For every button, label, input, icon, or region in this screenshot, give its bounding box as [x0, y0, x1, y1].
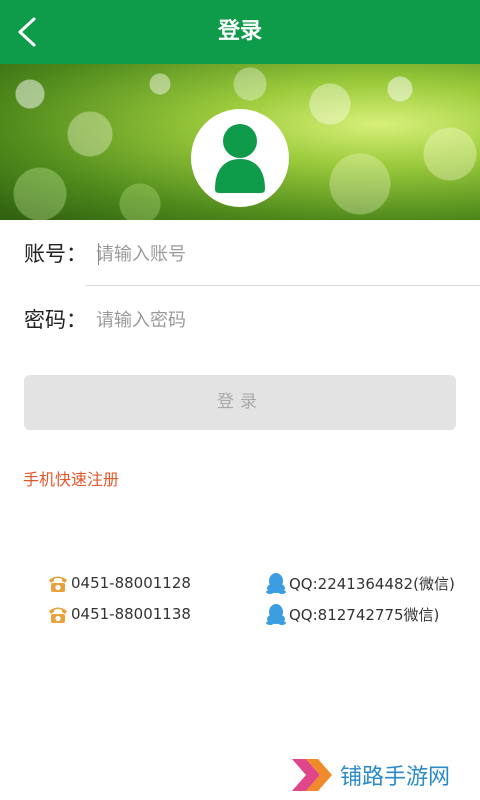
password-label: 密码： — [24, 308, 87, 332]
qq-contact-1[interactable]: QQ:2241364482(微信) — [265, 570, 455, 596]
phone-icon — [49, 576, 67, 592]
phone-contact-1[interactable]: 0451-88001128 — [47, 570, 191, 596]
phone-number: 0451-88001138 — [71, 605, 191, 623]
phone-contact-2[interactable]: 0451-88001138 — [47, 601, 191, 627]
account-row: 账号： — [0, 224, 480, 284]
qq-number: QQ:812742775微信) — [289, 605, 440, 624]
qq-contact-2[interactable]: QQ:812742775微信) — [265, 601, 439, 627]
avatar[interactable] — [191, 109, 289, 207]
watermark-text: 铺路手游网 — [340, 765, 451, 790]
phone-icon — [49, 607, 67, 623]
account-divider — [86, 285, 480, 286]
header-banner — [0, 64, 480, 220]
login-button[interactable]: 登录 — [24, 375, 456, 430]
qq-penguin-icon — [266, 604, 286, 625]
app-header: 登录 — [0, 0, 480, 64]
watermark: 铺路手游网 — [292, 754, 450, 796]
double-chevron-logo-icon — [292, 759, 332, 791]
user-avatar-icon — [215, 124, 265, 193]
quick-register-link[interactable]: 手机快速注册 — [23, 466, 119, 490]
password-row: 密码： — [0, 290, 480, 350]
qq-penguin-icon — [266, 573, 286, 594]
text-caret — [98, 243, 99, 265]
phone-number: 0451-88001128 — [71, 574, 191, 592]
account-input[interactable] — [96, 234, 456, 274]
account-label: 账号： — [24, 242, 87, 266]
qq-number: QQ:2241364482(微信) — [289, 574, 455, 593]
page-title: 登录 — [217, 19, 262, 44]
password-input[interactable] — [96, 300, 456, 340]
